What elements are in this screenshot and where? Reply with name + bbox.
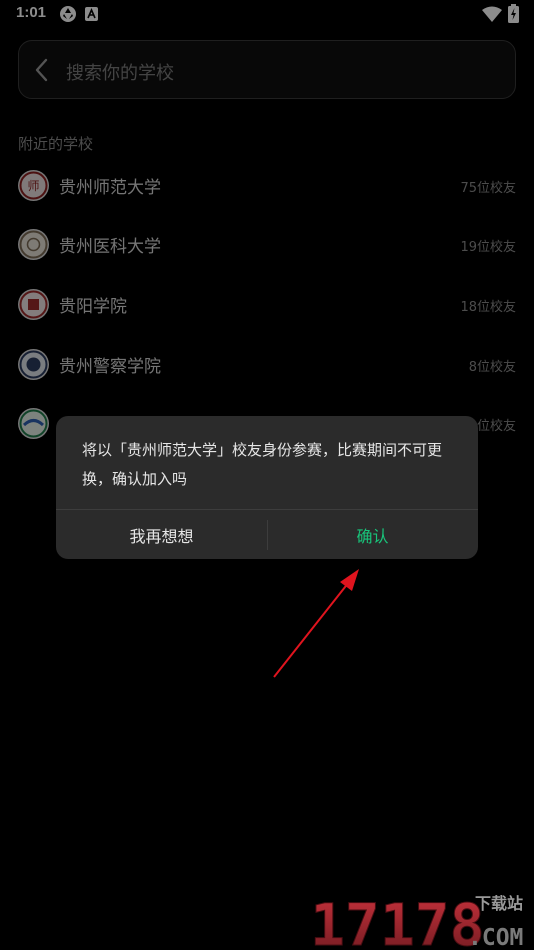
watermark-logo: 17178 .COM 下载站: [308, 885, 534, 950]
watermark-suffix: .COM: [468, 925, 523, 950]
watermark-number: 17178: [310, 891, 485, 950]
annotation-arrow-icon: [273, 569, 359, 678]
watermark-label: 下载站: [475, 894, 523, 913]
